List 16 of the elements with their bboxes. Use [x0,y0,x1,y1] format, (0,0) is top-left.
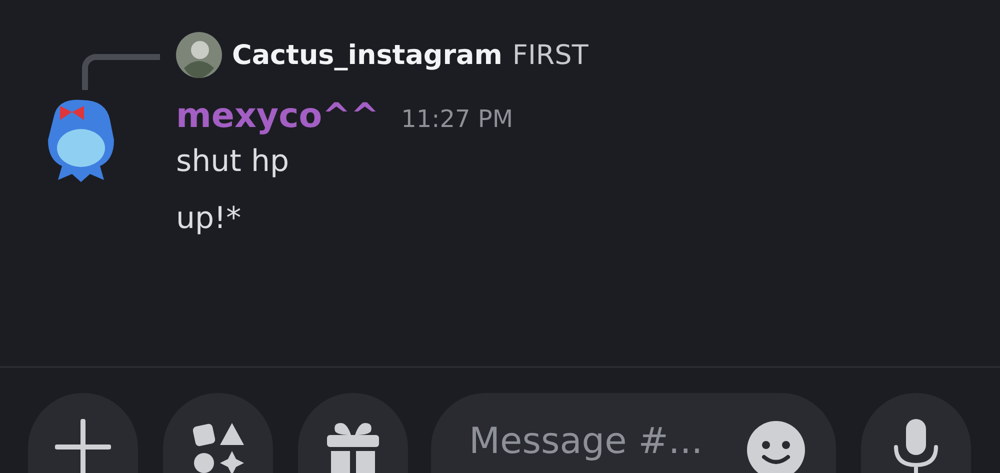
apps-button[interactable] [163,393,273,473]
reply-preview: FIRST [512,40,588,70]
gift-button[interactable] [298,393,408,473]
microphone-icon [891,419,941,473]
message-text: up!* [176,201,242,236]
message-text: shut hp [176,144,290,179]
message-author[interactable]: mexyco^^ [176,96,380,136]
voice-button[interactable] [861,393,971,473]
reply-author[interactable]: Cactus_instagram [232,40,502,70]
message-input[interactable]: Message #... [469,421,729,462]
plus-icon [55,419,111,473]
reply-avatar [176,32,222,78]
add-button[interactable] [28,393,138,473]
message-timestamp: 11:27 PM [401,105,514,133]
emoji-icon[interactable] [747,421,805,473]
message-field[interactable]: Message #... [431,393,836,473]
